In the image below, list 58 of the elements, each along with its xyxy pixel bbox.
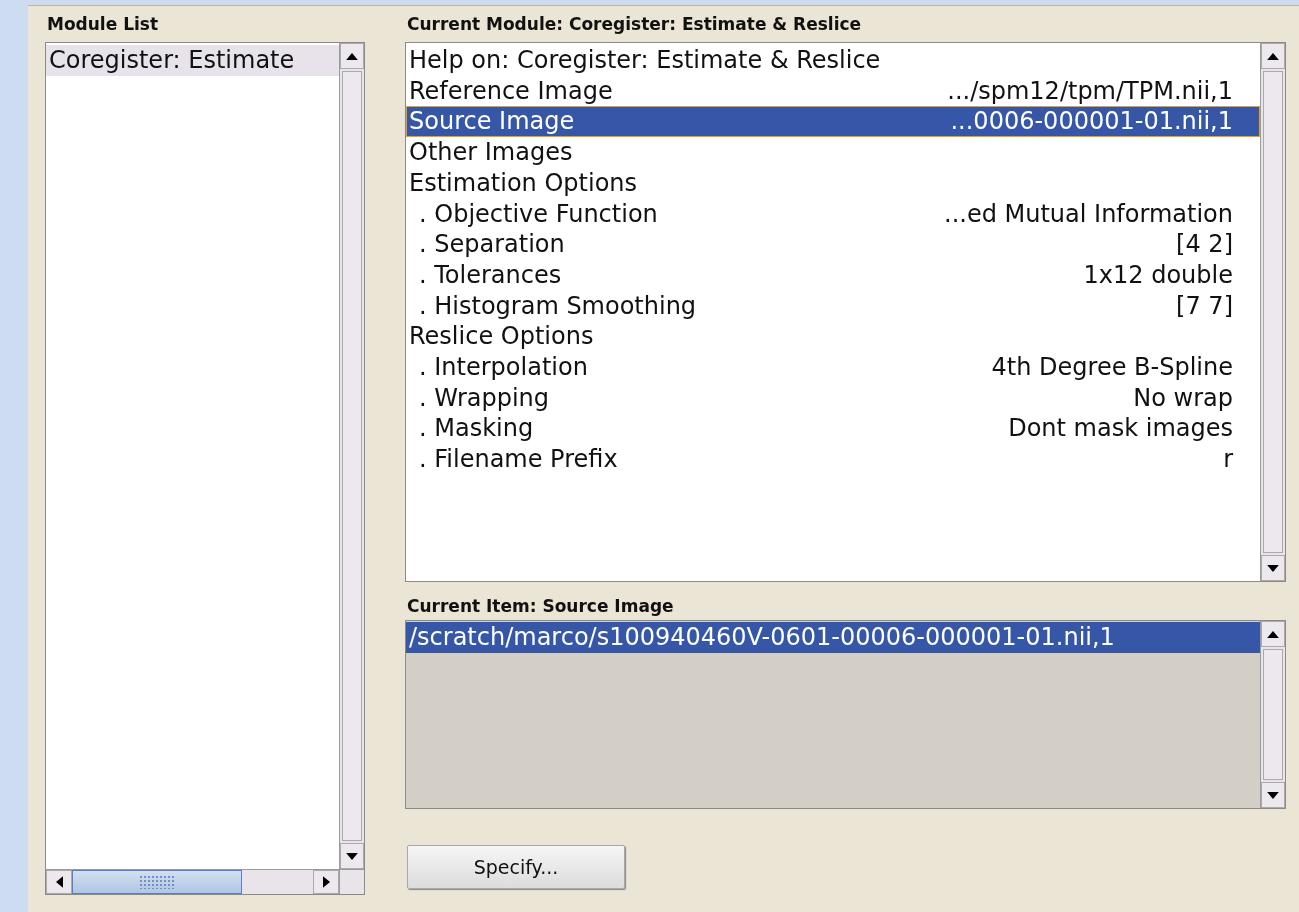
grip-icon (139, 875, 175, 889)
row-value: No wrap (1133, 383, 1233, 413)
row-label: . Filename Prefix (419, 445, 618, 474)
scrollbar-corner (339, 869, 364, 894)
list-row[interactable]: Estimation Options (406, 167, 1260, 199)
list-row[interactable]: . Histogram Smoothing [7 7] (406, 290, 1260, 322)
row-value: ...ed Mutual Information (944, 199, 1233, 229)
scroll-left-icon[interactable] (55, 876, 63, 888)
list-row[interactable]: Reference Image .../spm12/tpm/TPM.nii,1 (406, 75, 1260, 107)
row-label: Source Image (409, 107, 575, 137)
row-label: Help on: Coregister: Estimate & Reslice (409, 46, 881, 75)
row-value: 4th Degree B-Spline (991, 353, 1233, 382)
vertical-scrollbar[interactable] (339, 43, 364, 869)
row-label: . Histogram Smoothing (419, 291, 697, 321)
item-row[interactable]: /scratch/marco/s100940460V-0601-00006-000001-01.nii,1 (406, 622, 1260, 653)
list-row[interactable]: . Objective Function ...ed Mutual Information (406, 198, 1260, 230)
list-row[interactable]: . Tolerances 1x12 double (406, 259, 1260, 291)
list-row[interactable]: Reslice Options (406, 321, 1260, 353)
vertical-scrollbar[interactable] (1260, 43, 1285, 581)
specify-button[interactable]: Specify... (407, 845, 625, 889)
list-row[interactable]: Help on: Coregister: Estimate & Reslice (406, 45, 1260, 76)
row-value: [7 7] (1176, 291, 1233, 321)
list-row[interactable]: . Interpolation 4th Degree B-Spline (406, 352, 1260, 383)
scroll-up-icon[interactable] (1267, 630, 1279, 638)
row-label: Reference Image (409, 76, 613, 106)
section-title: Current Module: Coregister: Estimate & Reslice (407, 14, 863, 34)
list-row[interactable]: . Separation [4 2] (406, 229, 1260, 260)
scroll-up-icon[interactable] (346, 52, 358, 60)
row-label: Estimation Options (409, 168, 638, 198)
row-value: ...0006-000001-01.nii,1 (950, 107, 1233, 137)
row-label: . Objective Function (419, 199, 658, 229)
row-label: . Masking (419, 414, 534, 444)
row-label: . Interpolation (419, 353, 588, 382)
row-label: Other Images (409, 138, 573, 167)
scroll-right-icon[interactable] (322, 876, 330, 888)
list-row[interactable]: . Filename Prefix r (406, 444, 1260, 475)
section-title: Current Item: Source Image (407, 596, 675, 616)
scroll-down-icon[interactable] (1267, 564, 1279, 572)
row-label: . Separation (419, 230, 565, 259)
section-title: Module List (47, 14, 160, 34)
list-row[interactable]: Source Image ...0006-000001-01.nii,1 (406, 106, 1260, 138)
scroll-up-icon[interactable] (1267, 52, 1279, 60)
list-row[interactable]: . Wrapping No wrap (406, 382, 1260, 414)
row-label: Reslice Options (409, 322, 594, 352)
row-label: . Tolerances (419, 260, 562, 290)
list-row[interactable]: . Masking Dont mask images (406, 413, 1260, 445)
scroll-down-icon[interactable] (1267, 791, 1279, 799)
row-value: r (1223, 445, 1233, 474)
row-value: Dont mask images (1008, 414, 1233, 444)
scroll-down-icon[interactable] (346, 852, 358, 860)
row-value: .../spm12/tpm/TPM.nii,1 (947, 76, 1233, 106)
row-value: [4 2] (1176, 230, 1233, 259)
vertical-scrollbar[interactable] (1260, 621, 1285, 808)
row-label: . Wrapping (419, 383, 550, 413)
horizontal-scrollbar[interactable] (46, 869, 339, 894)
module-item[interactable]: Coregister: Estimate (46, 45, 339, 76)
list-row[interactable]: Other Images (406, 137, 1260, 168)
row-value: 1x12 double (1083, 260, 1233, 290)
